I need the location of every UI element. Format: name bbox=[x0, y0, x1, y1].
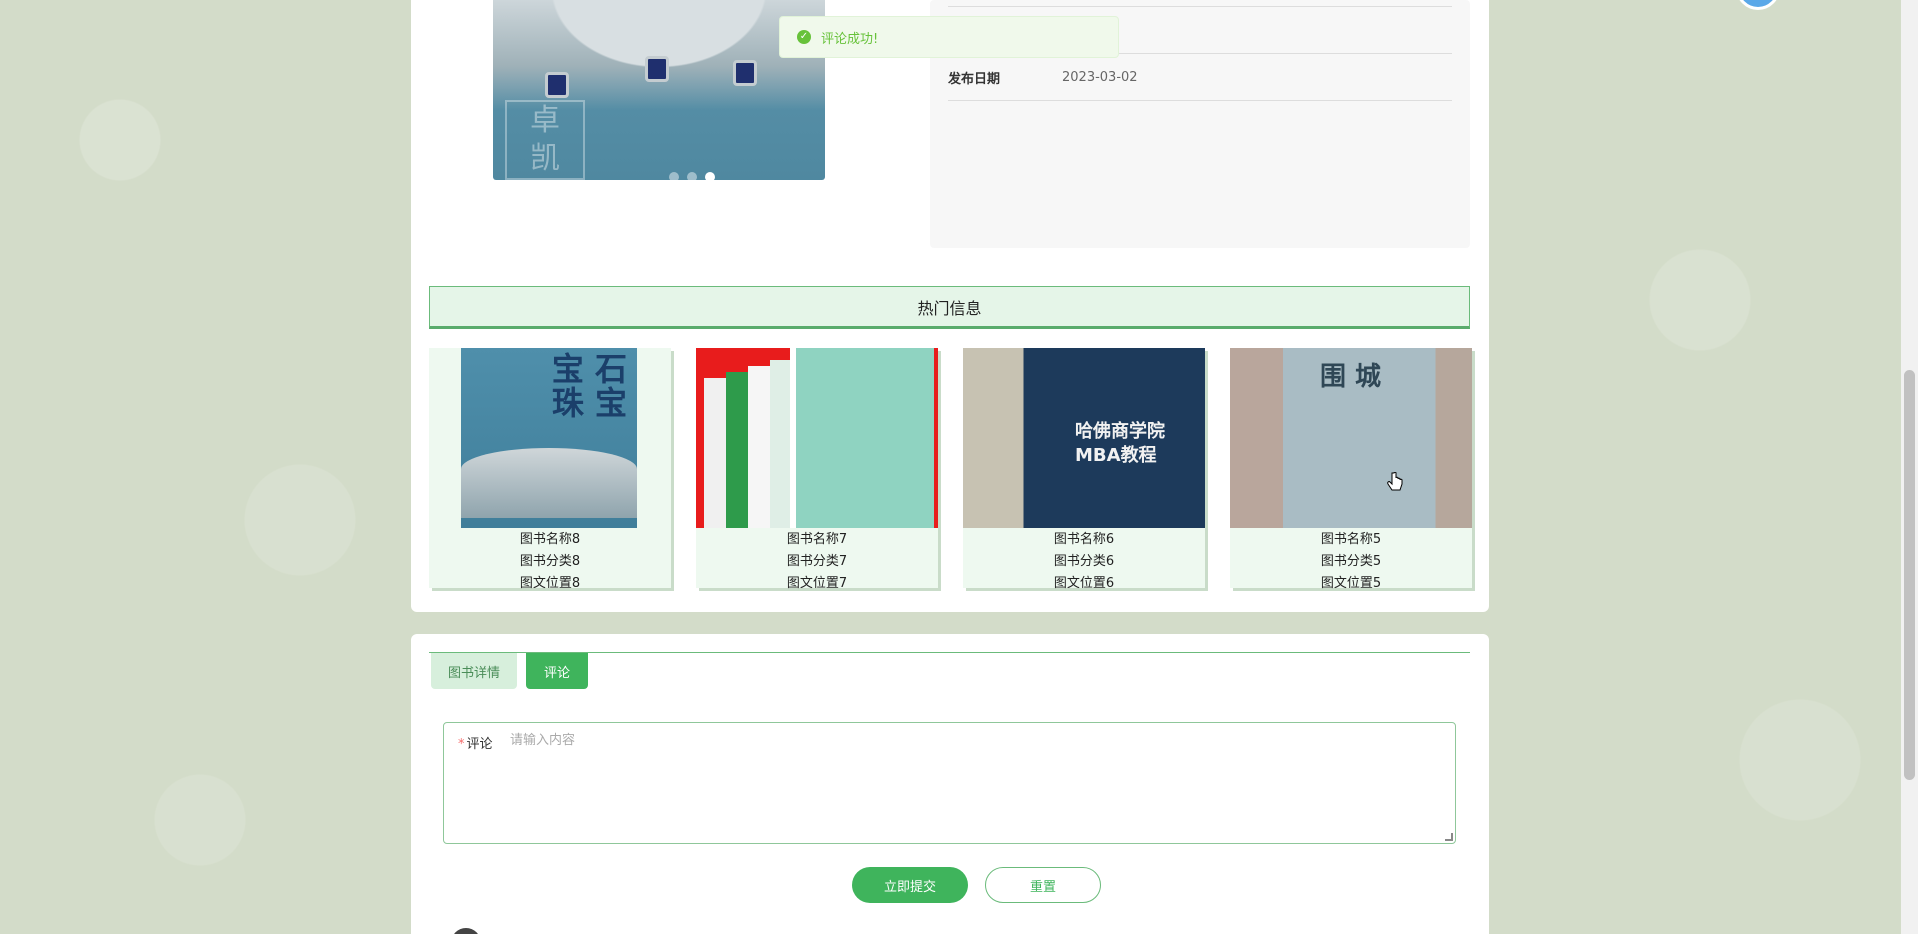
comment-label-text: 评论 bbox=[466, 737, 493, 752]
reset-button[interactable]: 重置 bbox=[985, 867, 1101, 903]
tab-comments[interactable]: 评论 bbox=[526, 653, 588, 689]
hot-item-image: 哈佛商学院 MBA教程 bbox=[963, 348, 1205, 528]
hot-item-category: 图书分类8 bbox=[519, 554, 581, 569]
success-toast: ✓ 评论成功! bbox=[779, 16, 1119, 58]
hot-item-image bbox=[696, 348, 938, 528]
hot-info-title: 热门信息 bbox=[917, 298, 982, 318]
carousel-indicators bbox=[669, 172, 715, 180]
comment-label: * 评论 bbox=[458, 733, 493, 752]
hot-item-name: 图书名称7 bbox=[786, 532, 848, 547]
hot-item-name: 图书名称6 bbox=[1053, 532, 1115, 547]
cover-gem bbox=[545, 72, 569, 98]
scrollbar-thumb[interactable] bbox=[1904, 370, 1915, 780]
info-row-publish-date: 发布日期 2023-03-02 bbox=[948, 54, 1452, 101]
resize-handle-icon[interactable] bbox=[1445, 833, 1453, 841]
submit-button-label: 立即提交 bbox=[883, 879, 936, 895]
tab-book-details[interactable]: 图书详情 bbox=[431, 653, 517, 689]
book-spine bbox=[726, 372, 748, 528]
toast-message: 评论成功! bbox=[821, 31, 879, 47]
book-cover-carousel[interactable]: 卓凯 bbox=[493, 0, 825, 180]
tab-label: 评论 bbox=[543, 665, 570, 681]
hot-item-position: 图文位置7 bbox=[786, 576, 848, 591]
cover-title-art: 围 城 bbox=[1320, 362, 1382, 392]
carousel-dot-active[interactable] bbox=[705, 172, 715, 180]
hot-item-category: 图书分类6 bbox=[1053, 554, 1115, 569]
comment-form-field: * 评论 bbox=[443, 722, 1456, 844]
tab-label: 图书详情 bbox=[447, 665, 500, 681]
hot-info-header: 热门信息 bbox=[429, 286, 1470, 329]
info-value: 2023-03-02 bbox=[1062, 69, 1138, 85]
book-spine bbox=[704, 378, 726, 528]
check-circle-icon: ✓ bbox=[797, 30, 811, 44]
cover-title-art: 哈佛商学院 MBA教程 bbox=[1075, 421, 1165, 466]
hot-item-name: 图书名称8 bbox=[519, 532, 581, 547]
hot-item[interactable]: 围 城 图书名称5 图书分类5 图文位置5 bbox=[1230, 348, 1472, 591]
cover-gem bbox=[733, 60, 757, 86]
reset-button-label: 重置 bbox=[1029, 879, 1056, 895]
cover-title-art: 宝 石珠 宝 bbox=[551, 350, 627, 422]
book-spine bbox=[748, 366, 770, 528]
tabs-card: 图书详情 评论 *评论 立即提交 重置 bbox=[411, 634, 1489, 934]
carousel-dot[interactable] bbox=[669, 172, 679, 180]
cover-crown-art bbox=[493, 0, 825, 110]
submit-button[interactable]: 立即提交 bbox=[852, 867, 968, 903]
hand-cursor-icon bbox=[1387, 472, 1403, 491]
hot-item-category: 图书分类5 bbox=[1320, 554, 1382, 569]
hot-item-image: 宝 石珠 宝 bbox=[461, 348, 637, 528]
comment-input[interactable] bbox=[510, 729, 1446, 833]
required-mark: * bbox=[458, 737, 465, 752]
publisher-seal-image: 卓凯 bbox=[505, 100, 585, 180]
floating-action-button[interactable] bbox=[1736, 0, 1780, 10]
info-row bbox=[948, 0, 1452, 7]
hot-item[interactable]: 图书名称7 图书分类7 图文位置7 bbox=[696, 348, 938, 591]
hot-item[interactable]: 宝 石珠 宝 图书名称8 图书分类8 图文位置8 bbox=[429, 348, 671, 591]
book-front-cover bbox=[790, 348, 934, 528]
cover-gem bbox=[645, 56, 669, 82]
hot-item-image: 围 城 bbox=[1230, 348, 1472, 528]
hot-item-position: 图文位置8 bbox=[519, 576, 581, 591]
hot-item-category: 图书分类7 bbox=[786, 554, 848, 569]
info-label: 发布日期 bbox=[948, 71, 1001, 87]
hot-item-position: 图文位置6 bbox=[1053, 576, 1115, 591]
hot-item-position: 图文位置5 bbox=[1320, 576, 1382, 591]
book-detail-card: 卓凯 发布日期 2023-03-02 热门信息 宝 石珠 宝 图书名称8 图书分… bbox=[411, 0, 1489, 612]
hot-item-name: 图书名称5 bbox=[1320, 532, 1382, 547]
carousel-dot[interactable] bbox=[687, 172, 697, 180]
hot-info-list: 宝 石珠 宝 图书名称8 图书分类8 图文位置8 图书名称7 图书分类7 图文位… bbox=[429, 348, 1472, 591]
book-spine bbox=[770, 360, 792, 528]
scrollbar-track[interactable] bbox=[1901, 0, 1918, 934]
cover-crown-art bbox=[461, 448, 637, 518]
avatar bbox=[451, 928, 481, 934]
hot-item[interactable]: 哈佛商学院 MBA教程 图书名称6 图书分类6 图文位置6 bbox=[963, 348, 1205, 591]
